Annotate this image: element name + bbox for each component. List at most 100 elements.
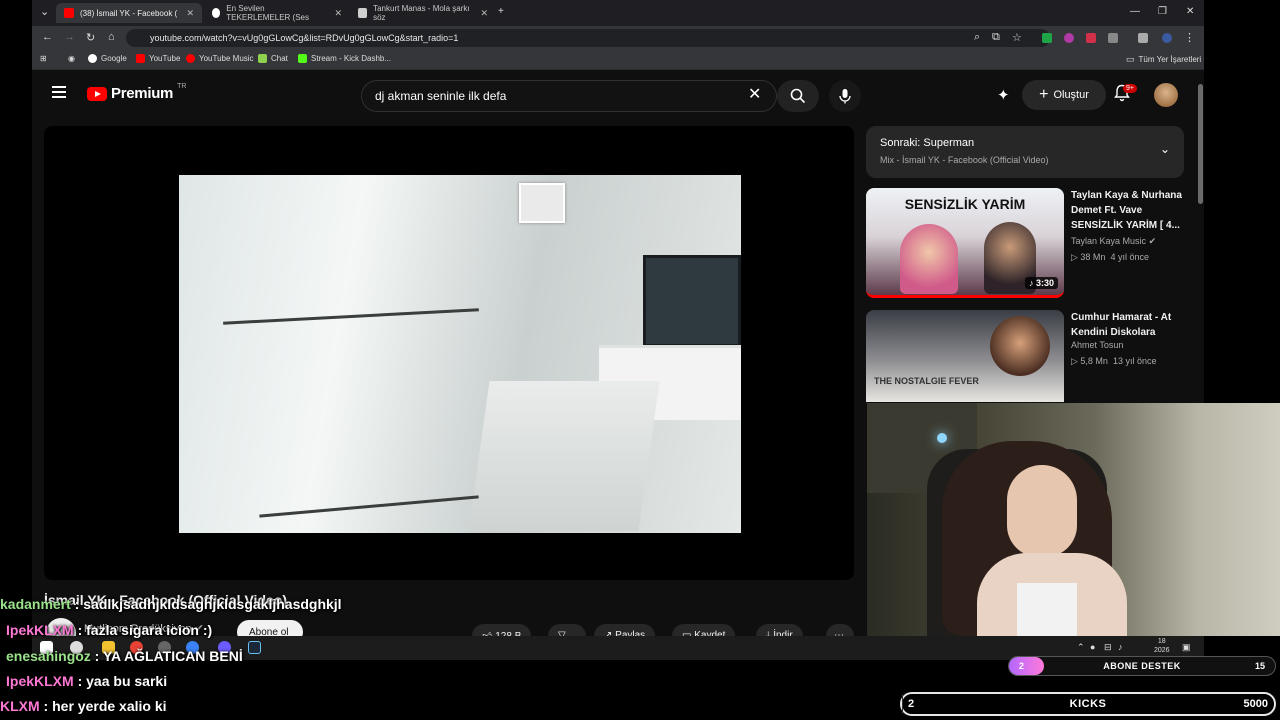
back-icon[interactable]: ←	[42, 31, 53, 43]
close-tab-icon[interactable]: ✕	[186, 8, 194, 19]
cast-icon[interactable]: ⧉	[992, 31, 1000, 44]
browser-menu-icon[interactable]: ⋮	[1184, 31, 1195, 44]
video-thumbnail[interactable]: SENSİZLİK YARİM ♪ 3:30	[866, 188, 1064, 298]
close-window-icon[interactable]: ✕	[1186, 6, 1194, 17]
recommendation-meta: ▷ 5,8 Mn 13 yıl önce	[1071, 356, 1156, 367]
kicks-goal-bar: 2 KICKS 5000	[900, 692, 1276, 716]
search-input[interactable]: dj akman seninle ilk defa	[361, 80, 777, 112]
reading-list-icon[interactable]	[1138, 33, 1148, 43]
thumbnail-text: SENSİZLİK YARİM	[904, 196, 1026, 212]
home-icon[interactable]: ⌂	[108, 31, 115, 43]
forward-icon[interactable]: →	[64, 31, 75, 43]
google-icon	[88, 54, 97, 63]
tab-tankurt[interactable]: Tankurt Manas - Mola şarkı söz ✕	[350, 3, 496, 23]
account-avatar[interactable]	[1154, 83, 1178, 107]
chat-message: IpekKLXM : fazla sigara icion :)	[6, 622, 213, 638]
tray-volume-icon[interactable]: ♪	[1118, 642, 1123, 652]
maximize-icon[interactable]: ❐	[1158, 6, 1167, 17]
bookmark-google[interactable]: Google	[88, 54, 127, 63]
chat-message: kadanmert : sadlkjsadhjkldsaghjkldsgaklj…	[0, 596, 342, 612]
scene-tv	[643, 255, 741, 347]
bookmark-star-icon[interactable]: ☆	[1012, 31, 1022, 44]
notification-center-icon[interactable]: ▣	[1182, 642, 1191, 653]
chat-text: her yerde xalio ki	[52, 698, 167, 714]
streamer-face	[1007, 465, 1077, 557]
youtube-favicon-icon	[64, 8, 74, 18]
wall-picture	[519, 183, 565, 223]
apps-grid-icon[interactable]: ⊞	[40, 54, 47, 63]
chat-message: enesahingoz : YA AĞLATICAN BENİ	[6, 648, 243, 664]
bookmark-chat[interactable]: Chat	[258, 54, 288, 63]
bookmark-kick[interactable]: Stream - Kick Dashb...	[298, 54, 391, 63]
all-bookmarks[interactable]: ▭ Tüm Yer İşaretleri	[1126, 54, 1201, 65]
minimize-icon[interactable]: —	[1130, 6, 1140, 17]
create-button[interactable]: + Oluştur	[1022, 80, 1106, 110]
clock-date: 18	[1157, 638, 1166, 645]
bookmark-youtube-music[interactable]: YouTube Music	[186, 54, 254, 63]
reload-icon[interactable]: ↻	[86, 31, 95, 44]
microphone-icon	[839, 89, 851, 104]
verified-icon: ✔	[1148, 236, 1157, 246]
search-button[interactable]	[777, 80, 819, 112]
logo-country: TR	[177, 83, 187, 90]
chat-message: IpekKLXM : yaa bu sarki	[6, 673, 168, 689]
close-tab-icon[interactable]: ✕	[334, 8, 342, 19]
page-scrollbar[interactable]	[1198, 84, 1203, 204]
recommendation-channel[interactable]: Ahmet Tosun	[1071, 340, 1123, 350]
chat-text: sadlkjsadhjkldsaghjkldsgakljhasdghkjl	[83, 596, 342, 612]
duration-text: 3:30	[1035, 278, 1054, 288]
extension-green-icon[interactable]	[1042, 33, 1052, 43]
chevron-down-icon[interactable]: ⌄	[1160, 142, 1170, 156]
globe-favicon-icon	[212, 8, 221, 18]
bookmark-label: Stream - Kick Dashb...	[311, 54, 392, 63]
tray-chevron-icon[interactable]: ⌃	[1077, 642, 1085, 653]
search-query: dj akman seninle ilk defa	[375, 89, 507, 103]
tab-tekerlemeler[interactable]: En Sevilen TEKERLEMELER (Ses ✕	[204, 3, 350, 23]
tray-mic-icon[interactable]: ●	[1090, 642, 1095, 652]
clock-year: 2026	[1154, 647, 1170, 654]
tray-network-icon[interactable]: ⊟	[1104, 642, 1112, 653]
bookmark-label: Chat	[271, 54, 288, 63]
clock[interactable]: 18 2026	[1154, 637, 1170, 655]
play-small-icon: ▷	[1071, 356, 1081, 366]
bookmark-globe-icon[interactable]: ◉	[68, 54, 75, 63]
recommendation-title[interactable]: Taylan Kaya & Nurhana Demet Ft. Vave SEN…	[1071, 188, 1189, 233]
profile-icon[interactable]	[1162, 33, 1172, 43]
recommendation-channel[interactable]: Taylan Kaya Music ✔	[1071, 236, 1156, 247]
new-tab-icon[interactable]: +	[498, 6, 504, 17]
tab-search-icon[interactable]: ⌄	[40, 5, 49, 18]
bookmark-youtube[interactable]: YouTube	[136, 54, 180, 63]
kicks-goal-label: KICKS	[1069, 698, 1107, 710]
scene-line	[223, 308, 479, 325]
youtube-play-icon	[87, 86, 107, 101]
address-bar-row: ← → ↻ ⌂ youtube.com/watch?v=vUg0gGLowCg&…	[32, 26, 1204, 50]
extension-purple-icon[interactable]	[1064, 33, 1074, 43]
subscriber-goal-bar: 2 ABONE DESTEK 15	[1008, 656, 1276, 676]
clear-search-icon[interactable]: ✕	[748, 84, 761, 104]
video-thumbnail[interactable]: THE NOSTALGIE FEVER	[866, 310, 1064, 402]
zoom-icon[interactable]: ⌕	[974, 31, 980, 44]
url-text: youtube.com/watch?v=vUg0gGLowCg&list=RDv…	[150, 33, 459, 43]
recommendation-title[interactable]: Cumhur Hamarat - At Kendini Diskolara	[1071, 310, 1189, 340]
extension-red-icon[interactable]	[1086, 33, 1096, 43]
tab-facebook[interactable]: (38) İsmail YK - Facebook ( ✕	[56, 3, 202, 23]
close-tab-icon[interactable]: ✕	[480, 8, 488, 19]
folder-icon: ▭	[1126, 54, 1135, 64]
chat-user: kadanmert	[0, 596, 71, 612]
channel-name: Taylan Kaya Music	[1071, 236, 1147, 246]
voice-search-button[interactable]	[829, 80, 861, 112]
up-next-panel[interactable]: Sonraki: Superman Mix - İsmail YK - Face…	[866, 126, 1184, 178]
scene-line	[259, 495, 479, 518]
sparkle-icon[interactable]: ✦	[997, 86, 1010, 104]
youtube-premium-logo[interactable]: Premium TR	[87, 83, 187, 102]
youtube-music-icon	[186, 54, 195, 63]
video-player[interactable]	[44, 126, 854, 580]
steam-icon[interactable]	[248, 641, 261, 654]
chat-icon	[258, 54, 267, 63]
search-icon	[790, 88, 806, 104]
hamburger-menu-icon[interactable]	[52, 86, 68, 98]
recommendation-item[interactable]: SENSİZLİK YARİM ♪ 3:30 Taylan Kaya & Nur…	[866, 188, 1196, 300]
url-input[interactable]: youtube.com/watch?v=vUg0gGLowCg&list=RDv…	[126, 29, 1050, 47]
chat-user: enesahingoz	[6, 648, 91, 664]
extensions-puzzle-icon[interactable]	[1108, 33, 1118, 43]
